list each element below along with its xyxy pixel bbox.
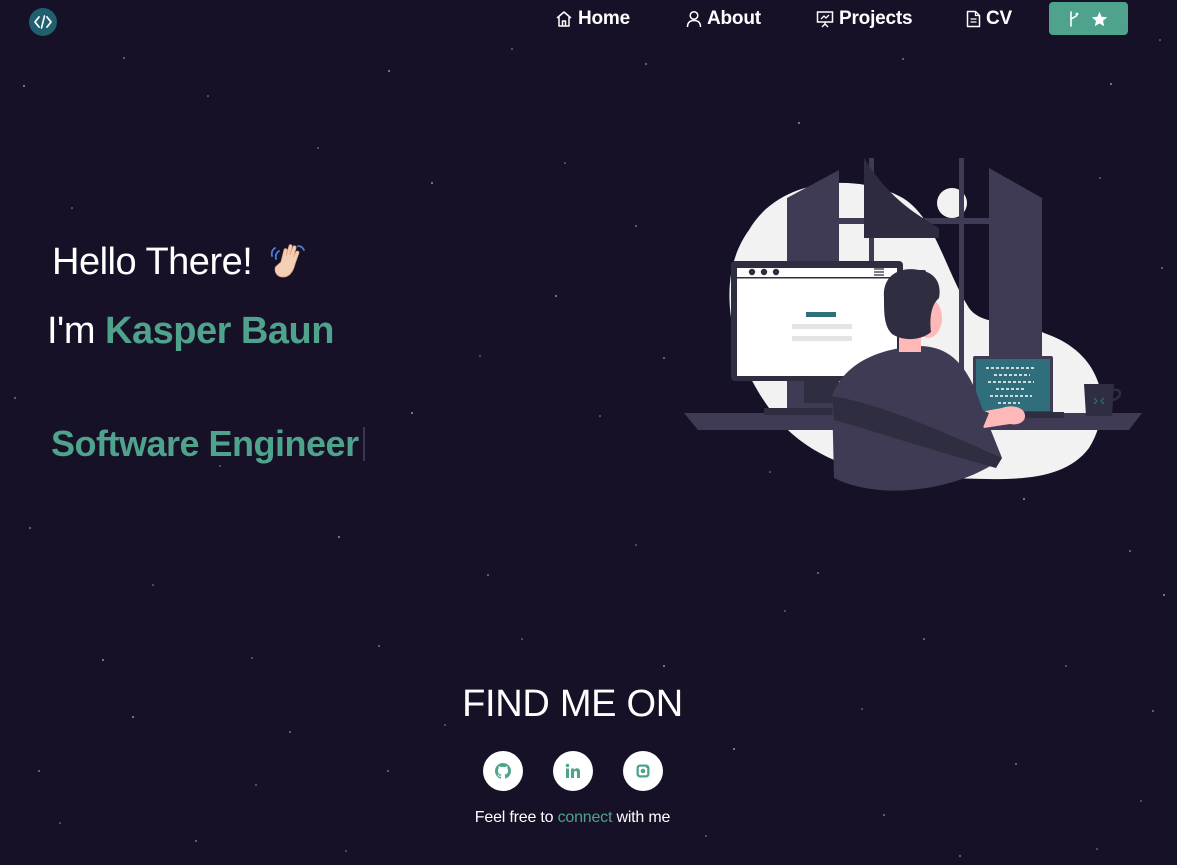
nav-item-about[interactable]: About [686, 8, 761, 30]
hero-greeting: Hello There! [52, 240, 312, 284]
connect-suffix: with me [616, 809, 671, 826]
hero-name: Kasper Baun [105, 310, 334, 352]
role-text: Software Engineer [51, 423, 359, 464]
home-icon [556, 11, 572, 27]
nav-label-about: About [707, 8, 761, 29]
page: Home About Projects CV Hello There! I'm … [0, 0, 1177, 865]
hero-intro: I'm Kasper Baun [47, 310, 334, 353]
connect-highlight: connect [557, 809, 613, 826]
connect-prefix: Feel free to [474, 809, 554, 826]
main-navigation: Home About Projects CV [0, 0, 1177, 40]
instagram-icon [636, 764, 650, 778]
github-link[interactable] [483, 751, 523, 791]
nav-label-home: Home [578, 8, 630, 29]
typewriter-cursor [362, 427, 365, 461]
hero-role-typewriter: Software Engineer [51, 423, 365, 465]
linkedin-icon [565, 763, 580, 778]
github-icon [495, 763, 511, 779]
nav-item-cv[interactable]: CV [966, 8, 1012, 30]
user-icon [686, 10, 702, 28]
github-fork-star-button[interactable] [1049, 2, 1128, 35]
nav-label-projects: Projects [839, 8, 913, 29]
connect-message: Feel free to connect with me [0, 809, 1145, 827]
greeting-text: Hello There! [52, 240, 253, 283]
star-icon [1091, 11, 1108, 26]
waving-hand-icon [271, 244, 306, 278]
nav-label-cv: CV [986, 8, 1012, 29]
nav-item-projects[interactable]: Projects [816, 8, 913, 30]
nav-item-home[interactable]: Home [555, 8, 630, 30]
instagram-link[interactable] [623, 751, 663, 791]
linkedin-link[interactable] [553, 751, 593, 791]
social-section-title: FIND ME ON [462, 683, 683, 725]
presentation-icon [816, 11, 834, 28]
document-icon [966, 10, 981, 28]
developer-illustration [684, 158, 1142, 491]
git-fork-icon [1070, 10, 1079, 27]
intro-prefix: I'm [47, 310, 95, 352]
